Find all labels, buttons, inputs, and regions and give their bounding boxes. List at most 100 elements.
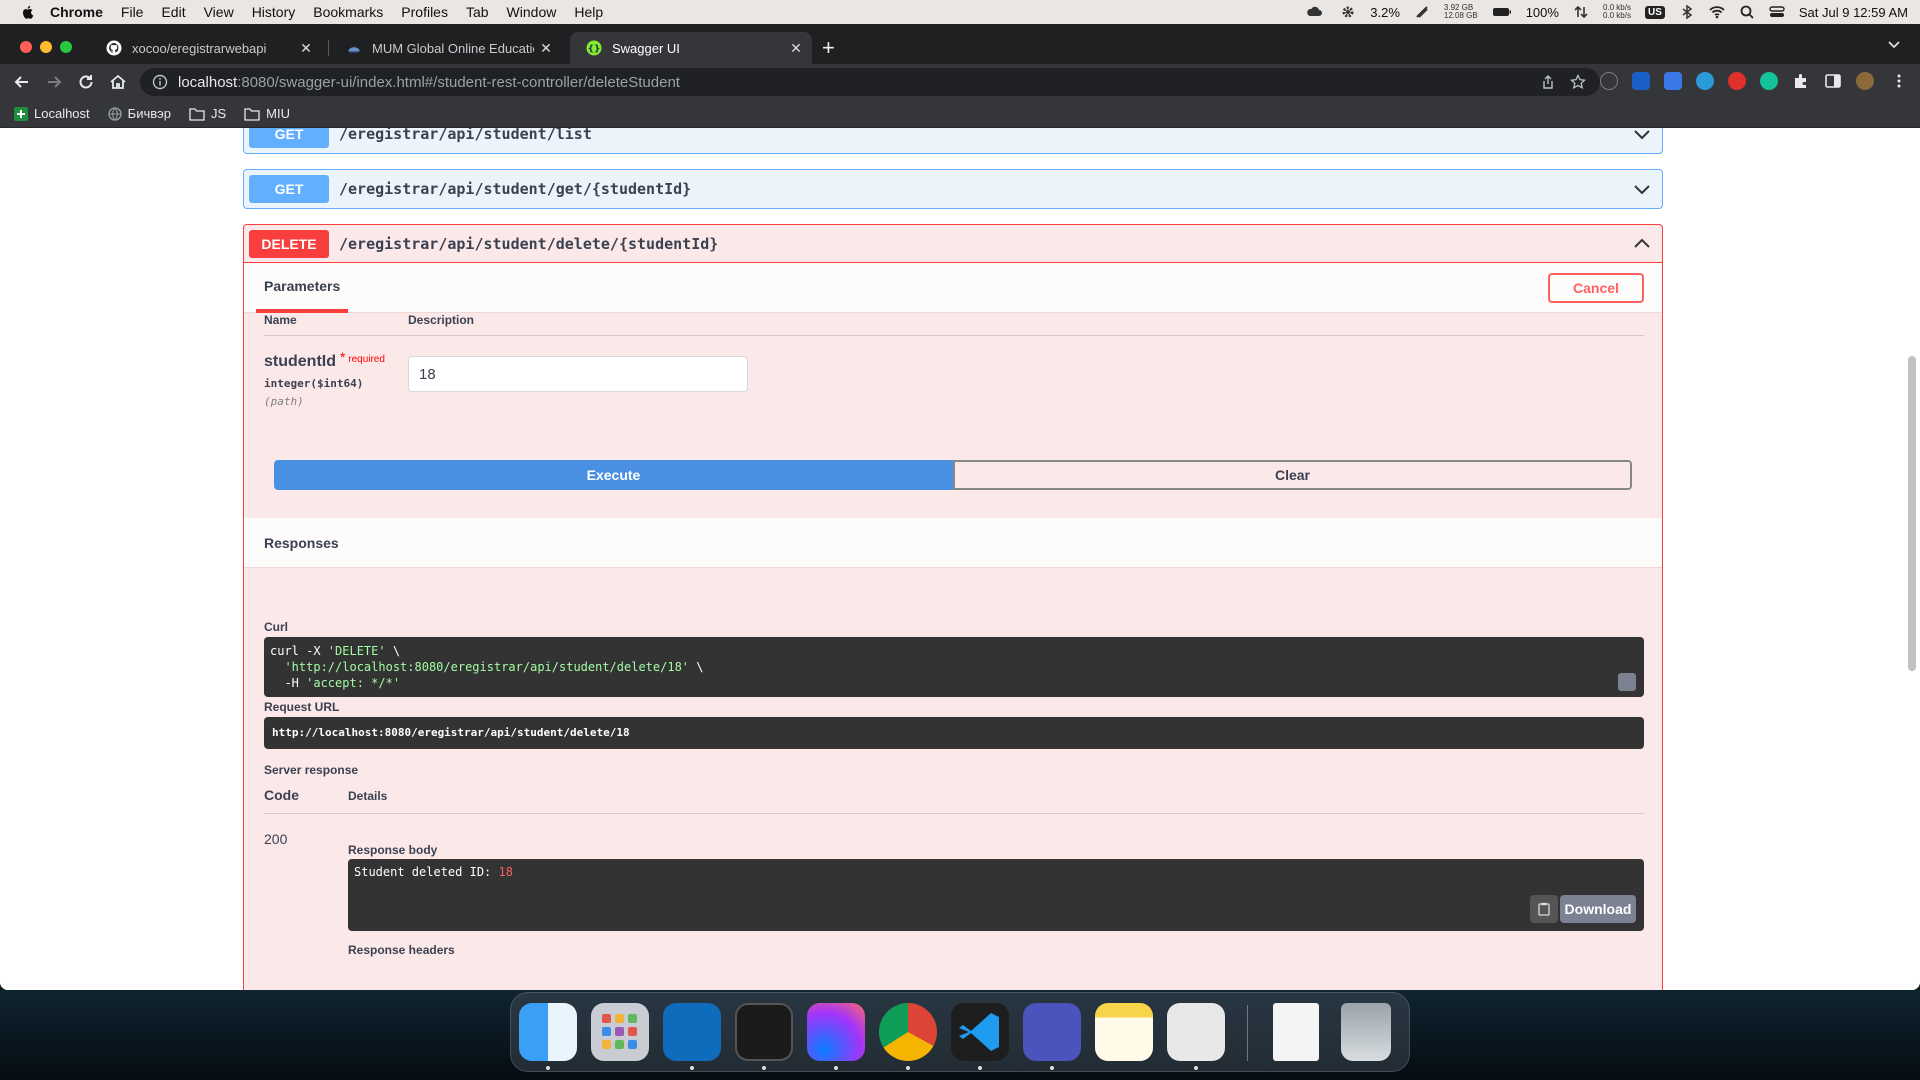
new-tab-icon[interactable]: +: [822, 36, 835, 60]
back-icon[interactable]: [12, 72, 32, 92]
bookmark-bichver[interactable]: Бичвэр: [108, 106, 171, 121]
vscode-icon[interactable]: [951, 1003, 1009, 1061]
extensions-puzzle-icon[interactable]: [1792, 72, 1810, 90]
tab-mum[interactable]: MUM Global Online Education ✕: [330, 32, 562, 64]
menu-profiles[interactable]: Profiles: [401, 4, 448, 20]
minimize-window-button[interactable]: [40, 41, 52, 53]
curl-command[interactable]: curl -X 'DELETE' \ 'http://localhost:808…: [264, 637, 1644, 697]
outlook-icon[interactable]: [663, 1003, 721, 1061]
memory-icon[interactable]: [1414, 4, 1430, 20]
grammarly-icon[interactable]: [1760, 72, 1778, 90]
menu-window[interactable]: Window: [507, 4, 557, 20]
input-source-badge[interactable]: US: [1644, 5, 1665, 19]
cloud-icon[interactable]: [1302, 4, 1326, 20]
close-tab-icon[interactable]: ✕: [784, 40, 808, 57]
tab-github[interactable]: xocoo/eregistrarwebapi ✕: [90, 32, 322, 64]
operation-get-student-list[interactable]: GET /eregistrar/api/student/list: [243, 128, 1663, 154]
launchpad-icon[interactable]: [591, 1003, 649, 1061]
extension-disabled-icon[interactable]: [1600, 72, 1618, 90]
chevron-down-icon[interactable]: [1632, 179, 1652, 199]
bitwarden-icon[interactable]: [1632, 72, 1650, 90]
menu-chrome[interactable]: Chrome: [50, 4, 103, 20]
close-tab-icon[interactable]: ✕: [534, 40, 558, 57]
menu-history[interactable]: History: [252, 4, 296, 20]
share-icon[interactable]: [1540, 74, 1556, 90]
control-center-icon[interactable]: [1769, 4, 1785, 20]
cpu-gear-icon[interactable]: [1340, 4, 1356, 20]
request-url[interactable]: http://localhost:8080/eregistrar/api/stu…: [264, 717, 1644, 749]
wifi-icon[interactable]: [1709, 4, 1725, 20]
operation-path: /eregistrar/api/student/delete/{studentI…: [339, 234, 719, 253]
menu-tab[interactable]: Tab: [466, 4, 489, 20]
download-button[interactable]: Download: [1560, 895, 1636, 923]
notes-icon[interactable]: [1095, 1003, 1153, 1061]
bookmark-label: Бичвэр: [127, 106, 171, 121]
side-panel-icon[interactable]: [1824, 72, 1842, 90]
swagger-page: GET /eregistrar/api/student/list GET /er…: [0, 128, 1920, 990]
reload-icon[interactable]: [76, 72, 96, 92]
profile-avatar[interactable]: [1856, 72, 1874, 90]
copy-response-button[interactable]: [1530, 895, 1558, 923]
bookmark-label: MIU: [266, 106, 291, 121]
chevron-up-icon[interactable]: [1632, 234, 1652, 254]
bookmark-localhost[interactable]: Localhost: [14, 106, 90, 121]
terminal-icon[interactable]: [735, 1003, 793, 1061]
spotlight-search-icon[interactable]: [1739, 4, 1755, 20]
bookmark-star-icon[interactable]: [1570, 74, 1586, 90]
student-id-input[interactable]: [408, 356, 748, 392]
required-text: required: [348, 354, 385, 365]
home-icon[interactable]: [108, 72, 128, 92]
network-arrows-icon[interactable]: [1573, 4, 1589, 20]
response-body[interactable]: Student deleted ID: 18 Download: [348, 859, 1644, 931]
tab-parameters[interactable]: Parameters: [256, 263, 349, 313]
chrome-menu-icon[interactable]: [1890, 72, 1908, 90]
copy-icon[interactable]: [1618, 673, 1636, 691]
page-scrollbar[interactable]: [1908, 356, 1916, 671]
menu-help[interactable]: Help: [574, 4, 603, 20]
document-icon[interactable]: [1273, 1003, 1319, 1061]
net-down: 0.0 kb/s: [1602, 11, 1631, 20]
swagger-icon: {}: [586, 40, 602, 56]
clock[interactable]: Sat Jul 9 12:59 AM: [1799, 5, 1908, 20]
bluetooth-icon[interactable]: [1679, 4, 1695, 20]
divider: [264, 813, 1644, 814]
forward-icon[interactable]: [44, 72, 64, 92]
proxy-extension-icon[interactable]: [1696, 72, 1714, 90]
operation-get-student-by-id[interactable]: GET /eregistrar/api/student/get/{student…: [243, 169, 1663, 209]
site-info-icon[interactable]: [152, 74, 168, 90]
memory-readout: 3.92 GB 12.08 GB: [1444, 4, 1478, 20]
curl-text: -H: [270, 676, 307, 690]
operation-summary[interactable]: GET /eregistrar/api/student/get/{student…: [244, 170, 1662, 208]
finder-icon[interactable]: [519, 1003, 577, 1061]
operation-summary[interactable]: GET /eregistrar/api/student/list: [244, 128, 1662, 153]
close-window-button[interactable]: [20, 41, 32, 53]
adblock-icon[interactable]: [1728, 72, 1746, 90]
chevron-down-icon[interactable]: [1632, 128, 1652, 144]
url-text[interactable]: localhost:8080/swagger-ui/index.html#/st…: [178, 74, 680, 91]
menu-bookmarks[interactable]: Bookmarks: [313, 4, 383, 20]
apple-icon[interactable]: [20, 4, 36, 20]
zoom-window-button[interactable]: [60, 41, 72, 53]
clipboard-icon: [1538, 902, 1550, 916]
chrome-icon[interactable]: [879, 1003, 937, 1061]
cancel-button[interactable]: Cancel: [1548, 273, 1644, 303]
tab-search-chevron-icon[interactable]: [1886, 36, 1902, 52]
response-body-number: 18: [498, 865, 513, 879]
cheatengine-icon[interactable]: [1167, 1003, 1225, 1061]
bookmark-folder-miu[interactable]: MIU: [244, 106, 290, 121]
bookmark-folder-js[interactable]: JS: [189, 106, 226, 121]
clear-button[interactable]: Clear: [953, 460, 1632, 490]
messenger-icon[interactable]: [807, 1003, 865, 1061]
menu-file[interactable]: File: [121, 4, 144, 20]
battery-icon[interactable]: [1492, 4, 1512, 20]
menu-edit[interactable]: Edit: [161, 4, 185, 20]
translate-icon[interactable]: [1664, 72, 1682, 90]
close-tab-icon[interactable]: ✕: [294, 40, 318, 57]
tab-swagger[interactable]: {} Swagger UI ✕: [570, 32, 812, 64]
teams-icon[interactable]: [1023, 1003, 1081, 1061]
execute-button[interactable]: Execute: [274, 460, 953, 490]
menu-view[interactable]: View: [204, 4, 234, 20]
address-bar[interactable]: localhost:8080/swagger-ui/index.html#/st…: [140, 68, 1600, 96]
trash-icon[interactable]: [1341, 1003, 1391, 1061]
operation-summary[interactable]: DELETE /eregistrar/api/student/delete/{s…: [244, 225, 1662, 263]
